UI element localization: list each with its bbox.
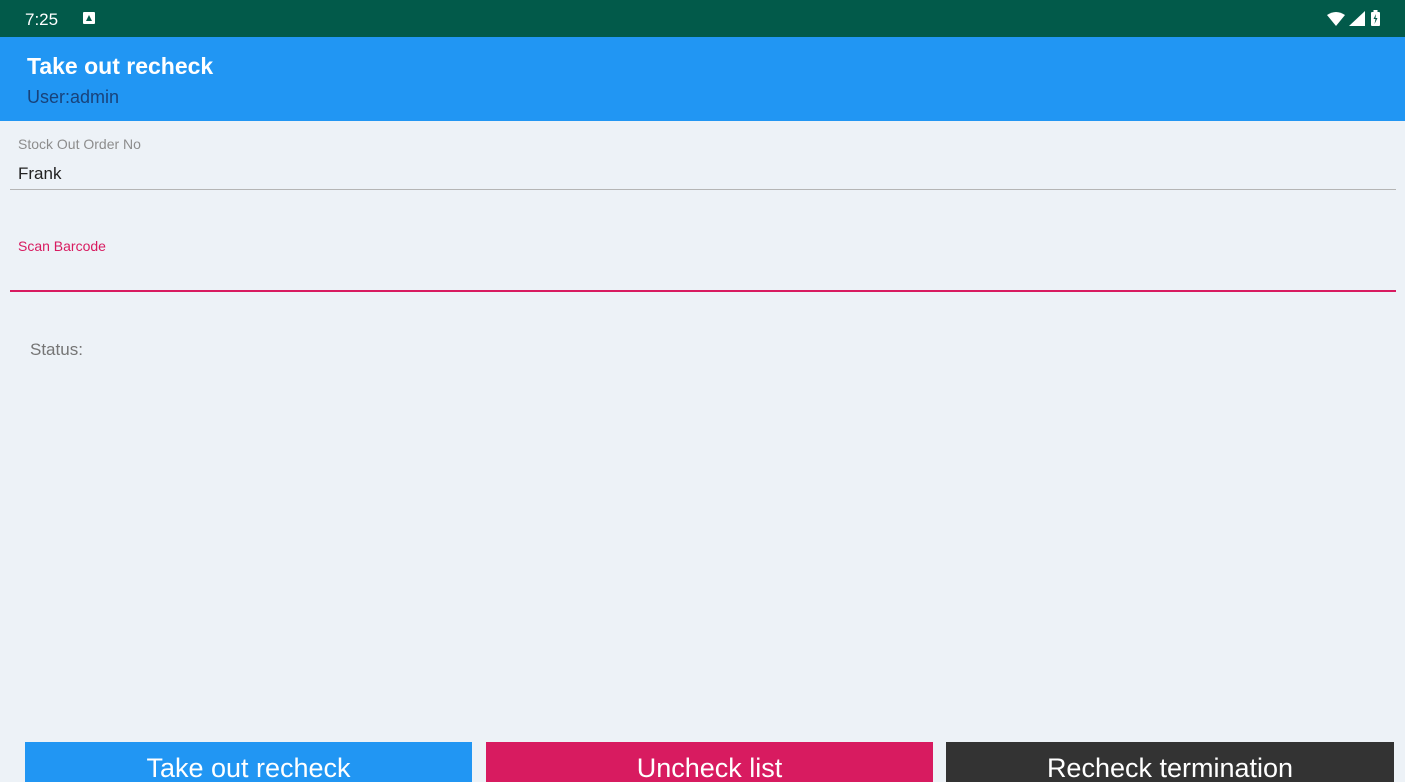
status-label: Status:: [30, 340, 83, 359]
uncheck-list-button[interactable]: Uncheck list: [486, 742, 933, 782]
android-notification-icon: [83, 12, 95, 24]
take-out-recheck-button[interactable]: Take out recheck: [25, 742, 472, 782]
status-time: 7:25: [25, 10, 59, 29]
recheck-termination-button[interactable]: Recheck termination: [946, 742, 1394, 782]
signal-icon: [1349, 11, 1365, 26]
barcode-label: Scan Barcode: [18, 238, 106, 254]
barcode-underline: [10, 290, 1396, 292]
system-status-icons: [1315, 10, 1385, 26]
barcode-input[interactable]: [10, 256, 1396, 290]
wifi-icon: [1327, 12, 1345, 26]
status-bar: 7:25: [0, 0, 1405, 37]
page-title: Take out recheck: [27, 53, 214, 79]
battery-charging-icon: [1371, 10, 1380, 26]
app-screen: 7:25 Take out recheck User:admin Stock O…: [0, 0, 1405, 782]
order-no-label: Stock Out Order No: [18, 136, 141, 152]
app-bar: Take out recheck User:admin: [0, 37, 1405, 121]
order-no-field[interactable]: Frank: [18, 164, 61, 184]
order-no-underline: [10, 189, 1396, 190]
user-label: User:admin: [27, 87, 120, 107]
